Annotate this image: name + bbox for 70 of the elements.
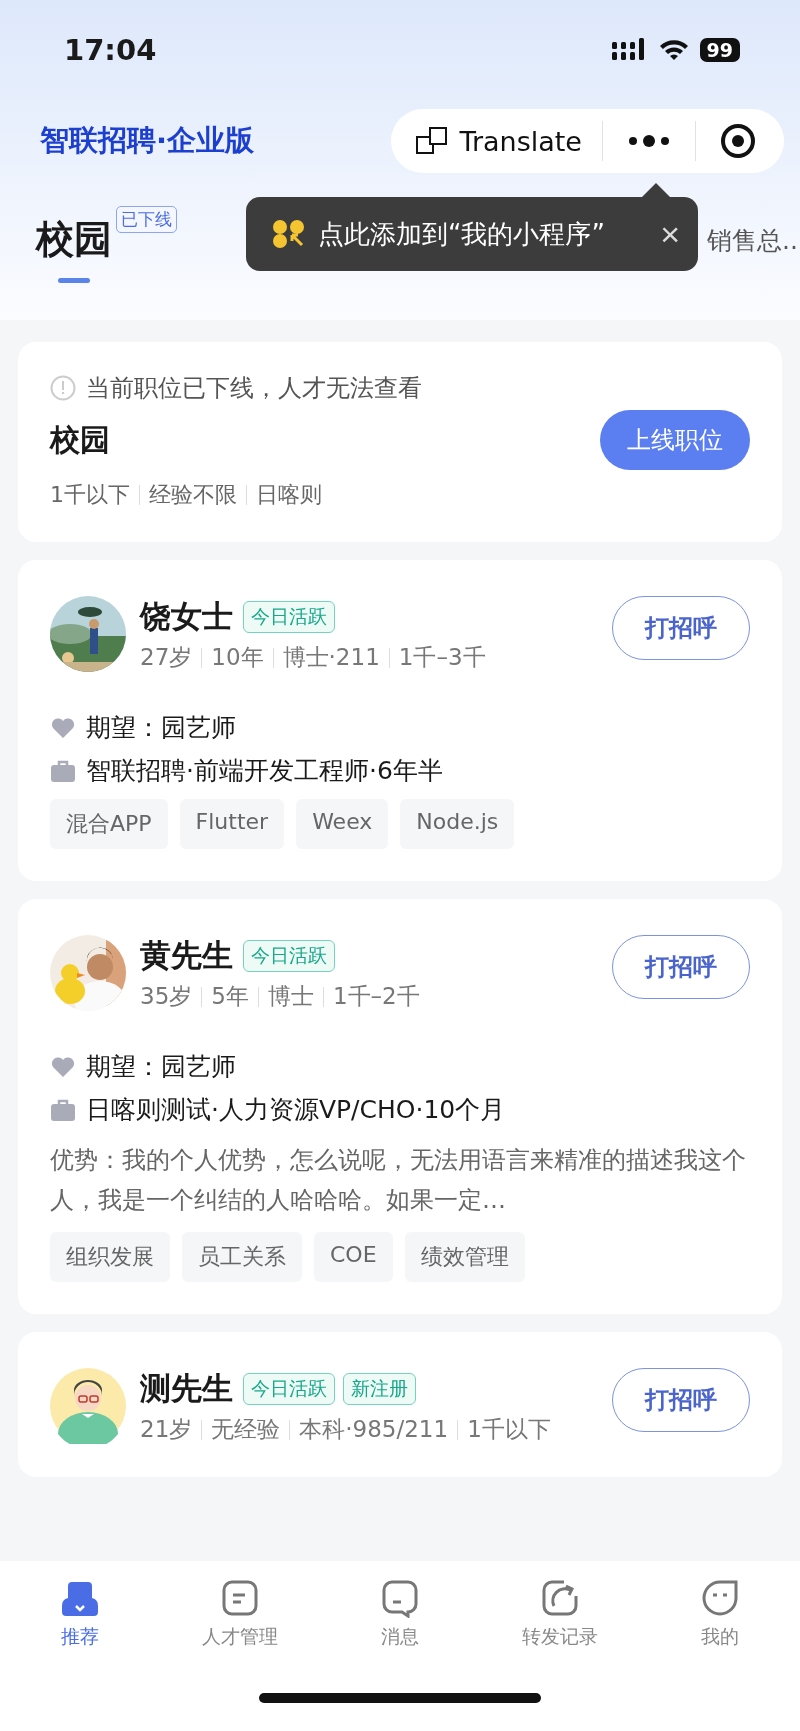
skill-tag: 员工关系 (182, 1232, 302, 1282)
tab-indicator (58, 278, 90, 283)
offline-badge: 已下线 (116, 206, 177, 233)
greet-button[interactable]: 打招呼 (612, 935, 750, 999)
status-time: 17:04 (64, 33, 157, 67)
job-meta: 经验不限 (149, 481, 237, 509)
skill-tag: 绩效管理 (404, 1232, 525, 1282)
battery-level: 99 (699, 38, 740, 62)
nav-tab[interactable]: 转发记录 (500, 1577, 620, 1651)
close-button[interactable]: × (660, 217, 680, 251)
candidate-name: 测先生 (140, 1369, 233, 1408)
candidate-meta: 5年 (211, 982, 249, 1011)
briefcase-icon (50, 758, 76, 783)
greet-button[interactable]: 打招呼 (612, 1368, 750, 1432)
status-badge: 新注册 (343, 1373, 416, 1405)
position-tab[interactable]: 销售总.. (707, 224, 800, 257)
candidate-meta: 10年 (211, 643, 264, 672)
online-button[interactable]: 上线职位 (600, 410, 750, 470)
more-icon[interactable] (627, 133, 671, 149)
avatar-icon (50, 1368, 126, 1444)
heart-icon (50, 716, 76, 739)
face-icon (700, 1578, 740, 1618)
candidate-meta: 1千–3千 (398, 643, 486, 672)
info-icon (50, 375, 76, 401)
document-icon (220, 1578, 260, 1618)
skill-tag: 混合APP (50, 799, 168, 849)
candidate-meta: 无经验 (211, 1415, 281, 1444)
candidate-meta: 1千以下 (467, 1415, 551, 1444)
skill-tag: Flutter (179, 799, 285, 849)
app-logo: 智联招聘·企业版 (40, 122, 255, 159)
candidate-name: 饶女士 (140, 597, 233, 636)
job-meta: 1千以下 (50, 481, 130, 509)
miniprogram-icon (272, 219, 306, 249)
status-badge: 今日活跃 (243, 1373, 335, 1405)
candidate-meta: 博士 (267, 982, 314, 1011)
heart-icon (50, 1055, 76, 1078)
skill-tag: COE (314, 1232, 393, 1282)
nav-tab[interactable]: 人才管理 (180, 1577, 300, 1651)
advantage-text: 优势：我的个人优势，怎么说呢，无法用语言来精准的描述我这个人，我是一个纠结的人哈哈哈。如果一定… (50, 1145, 747, 1216)
skill-tag: Node.js (400, 799, 515, 849)
tooltip-text: 点此添加到“我的小程序” (318, 217, 606, 251)
candidate-meta: 21岁 (140, 1415, 193, 1444)
skill-tag: Weex (296, 799, 389, 849)
experience-text: 智联招聘·前端开发工程师·6年半 (86, 755, 443, 787)
nav-tab[interactable]: 推荐 (20, 1577, 140, 1651)
candidate-meta: 35岁 (140, 982, 193, 1011)
skill-tag: 组织发展 (50, 1232, 170, 1282)
share-icon (540, 1578, 580, 1618)
target-icon[interactable] (720, 123, 756, 159)
notice-text: 当前职位已下线，人才无法查看 (86, 373, 422, 404)
status-badge: 今日活跃 (243, 601, 335, 633)
expectation-text: 期望：园艺师 (86, 1051, 236, 1083)
greet-button[interactable]: 打招呼 (612, 596, 750, 660)
candidate-meta: 1千–2千 (332, 982, 420, 1011)
candidate-name: 黄先生 (140, 936, 233, 975)
nav-tab[interactable]: 消息 (340, 1577, 460, 1651)
nav-tab[interactable]: 我的 (660, 1577, 780, 1651)
job-title: 校园 (50, 420, 110, 459)
translate-button[interactable]: Translate (409, 125, 588, 157)
chat-icon (380, 1578, 420, 1618)
candidate-meta: 本科·985/211 (299, 1415, 449, 1444)
job-meta: 日喀则 (256, 481, 322, 509)
experience-text: 日喀则测试·人力资源VP/CHO·10个月 (86, 1094, 506, 1126)
translate-icon (415, 126, 450, 156)
candidate-meta: 27岁 (140, 643, 193, 672)
position-tab[interactable]: 校园 (36, 214, 112, 265)
briefcase-icon (50, 1097, 76, 1122)
candidate-meta: 博士·211 (282, 643, 380, 672)
status-badge: 今日活跃 (243, 940, 335, 972)
expectation-text: 期望：园艺师 (86, 712, 236, 744)
